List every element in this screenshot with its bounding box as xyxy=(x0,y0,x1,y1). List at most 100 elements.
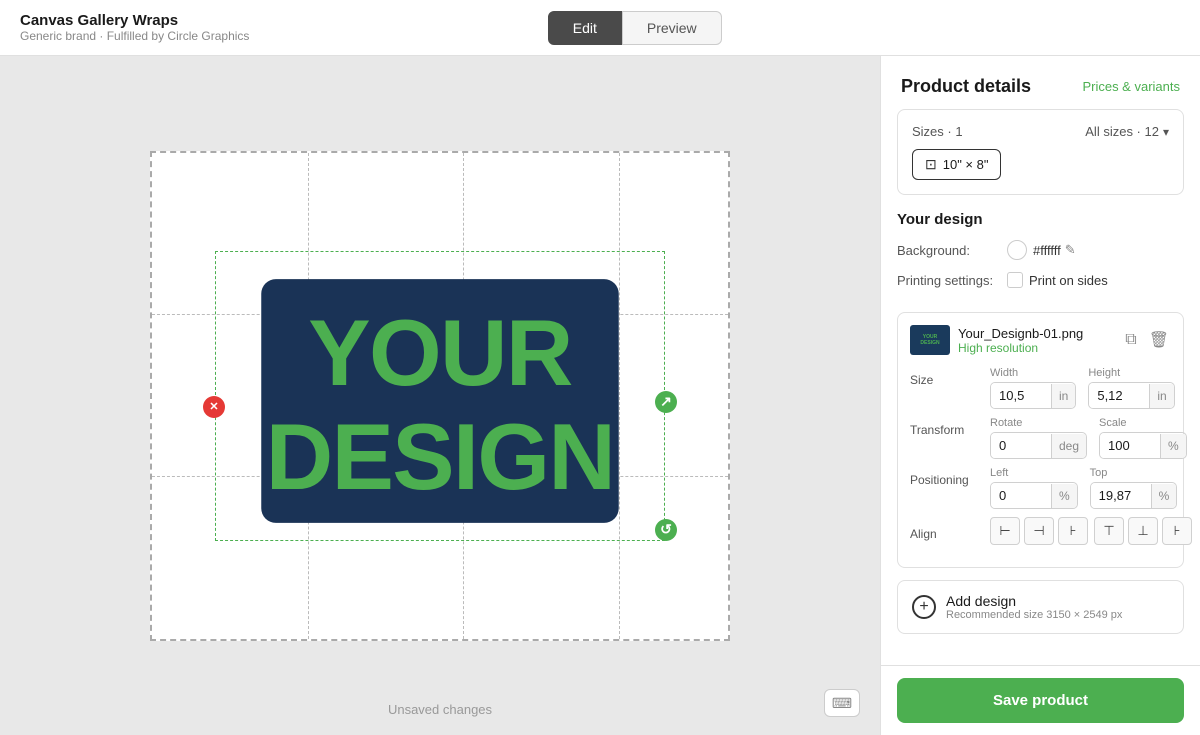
your-design-title: Your design xyxy=(897,211,1184,228)
top-col: Top % xyxy=(1090,467,1178,509)
print-sides-checkbox[interactable] xyxy=(1007,272,1023,288)
rotate-unit: deg xyxy=(1051,434,1086,458)
height-unit: in xyxy=(1149,384,1173,408)
width-input[interactable] xyxy=(991,383,1051,408)
design-file-card: YOURDESIGN Your_Designb-01.png High reso… xyxy=(897,312,1184,568)
all-sizes-dropdown[interactable]: All sizes · 12 xyxy=(1085,124,1169,139)
rotate-input-group: deg xyxy=(990,432,1087,459)
background-color-swatch[interactable] xyxy=(1007,240,1027,260)
add-design-text: Add design Recommended size 3150 × 2549 … xyxy=(946,593,1122,621)
align-row: Align ⊢ ⊣ ⊦ ⊤ ⊥ ⊦ xyxy=(910,517,1171,545)
align-horizontal-buttons: ⊢ ⊣ ⊦ xyxy=(990,517,1088,545)
save-product-button[interactable]: Save product xyxy=(897,678,1184,723)
design-card-header: YOURDESIGN Your_Designb-01.png High reso… xyxy=(910,325,1171,355)
background-color-value: #ffffff xyxy=(1033,243,1061,258)
left-unit: % xyxy=(1051,484,1077,508)
brand-subtitle: Generic brand · Fulfilled by Circle Grap… xyxy=(20,29,249,43)
align-right-button[interactable]: ⊦ xyxy=(1058,517,1088,545)
print-sides-label: Print on sides xyxy=(1029,273,1108,288)
background-edit-icon[interactable]: ✎ xyxy=(1065,242,1076,258)
preview-tab[interactable]: Preview xyxy=(622,11,722,45)
rotate-input[interactable] xyxy=(991,433,1051,458)
design-image-area[interactable]: YOUR DESIGN xyxy=(230,271,650,531)
scale-col: Scale % xyxy=(1099,417,1187,459)
align-center-v-button[interactable]: ⊥ xyxy=(1128,517,1158,545)
add-design-title: Add design xyxy=(946,593,1122,609)
width-input-group: in xyxy=(990,382,1076,409)
transform-fields: Rotate deg Scale % xyxy=(990,417,1187,459)
copy-design-button[interactable]: ⧉ xyxy=(1123,328,1138,352)
left-input[interactable] xyxy=(991,483,1051,508)
design-actions: ⧉ 🗑 xyxy=(1123,328,1171,352)
top-input-group: % xyxy=(1090,482,1178,509)
top-sub-label: Top xyxy=(1090,467,1178,479)
size-field-label: Size xyxy=(910,367,990,387)
right-panel: Product details Prices & variants Sizes … xyxy=(880,56,1200,735)
sizes-section: Sizes · 1 All sizes · 12 ⊡ 10" × 8" xyxy=(897,109,1184,195)
resize-handle-tr[interactable]: ↗ xyxy=(655,391,677,413)
scale-unit: % xyxy=(1160,434,1186,458)
edit-preview-tabs: Edit Preview xyxy=(548,11,722,45)
width-col: Width in xyxy=(990,367,1076,409)
align-bottom-button[interactable]: ⊦ xyxy=(1162,517,1192,545)
delete-design-button[interactable]: 🗑 xyxy=(1147,328,1171,352)
positioning-field-label: Positioning xyxy=(910,467,990,487)
scale-input-group: % xyxy=(1099,432,1187,459)
left-input-group: % xyxy=(990,482,1078,509)
keyboard-shortcut-icon[interactable]: ⌨ xyxy=(824,689,860,717)
design-graphic: YOUR DESIGN xyxy=(230,271,650,531)
save-section: Save product xyxy=(881,665,1200,735)
design-filename: Your_Designb-01.png xyxy=(958,326,1115,341)
size-chip[interactable]: ⊡ 10" × 8" xyxy=(912,149,1001,180)
align-vertical-buttons: ⊤ ⊥ ⊦ xyxy=(1094,517,1192,545)
height-input-group: in xyxy=(1088,382,1174,409)
top-unit: % xyxy=(1151,484,1177,508)
add-design-section[interactable]: + Add design Recommended size 3150 × 254… xyxy=(897,580,1184,634)
svg-text:YOUR: YOUR xyxy=(308,299,572,404)
left-sub-label: Left xyxy=(990,467,1078,479)
width-sub-label: Width xyxy=(990,367,1076,379)
positioning-fields: Left % Top % xyxy=(990,467,1177,509)
delete-handle[interactable]: ✕ xyxy=(203,396,225,418)
canvas-wrapper: YOUR DESIGN ✕ ↗ ↺ xyxy=(150,151,730,641)
header-branding: Canvas Gallery Wraps Generic brand · Ful… xyxy=(20,12,249,43)
keyboard-icon-glyph: ⌨ xyxy=(832,695,852,712)
printing-row: Printing settings: Print on sides xyxy=(897,272,1184,288)
design-info: Your_Designb-01.png High resolution xyxy=(958,326,1115,355)
add-design-icon: + xyxy=(912,595,936,619)
svg-text:DESIGN: DESIGN xyxy=(266,403,614,508)
background-row: Background: #ffffff ✎ xyxy=(897,240,1184,260)
all-sizes-chevron xyxy=(1163,124,1169,139)
left-col: Left % xyxy=(990,467,1078,509)
resize-handle-br[interactable]: ↺ xyxy=(655,519,677,541)
canvas-footer: Unsaved changes xyxy=(0,702,880,717)
main-layout: YOUR DESIGN ✕ ↗ ↺ Unsaved changes ⌨ xyxy=(0,56,1200,735)
design-thumbnail: YOURDESIGN xyxy=(910,325,950,355)
prices-variants-link[interactable]: Prices & variants xyxy=(1082,79,1180,94)
unsaved-changes-label: Unsaved changes xyxy=(388,702,492,717)
size-chip-text: 10" × 8" xyxy=(943,157,989,172)
align-left-button[interactable]: ⊢ xyxy=(990,517,1020,545)
sizes-label: Sizes · 1 xyxy=(912,124,963,139)
width-unit: in xyxy=(1051,384,1075,408)
rotate-col: Rotate deg xyxy=(990,417,1087,459)
panel-header: Product details Prices & variants xyxy=(881,56,1200,109)
align-top-button[interactable]: ⊤ xyxy=(1094,517,1124,545)
transform-field-label: Transform xyxy=(910,417,990,437)
edit-tab[interactable]: Edit xyxy=(548,11,622,45)
scale-sub-label: Scale xyxy=(1099,417,1187,429)
panel-title: Product details xyxy=(901,76,1031,97)
height-input[interactable] xyxy=(1089,383,1149,408)
align-center-h-button[interactable]: ⊣ xyxy=(1024,517,1054,545)
sizes-header: Sizes · 1 All sizes · 12 xyxy=(912,124,1169,139)
align-label: Align xyxy=(910,521,990,541)
design-quality: High resolution xyxy=(958,341,1115,355)
canvas-area: YOUR DESIGN ✕ ↗ ↺ Unsaved changes ⌨ xyxy=(0,56,880,735)
product-title: Canvas Gallery Wraps xyxy=(20,12,249,29)
scale-input[interactable] xyxy=(1100,433,1160,458)
your-design-section: Your design Background: #ffffff ✎ Printi… xyxy=(881,211,1200,312)
size-chip-icon: ⊡ xyxy=(925,156,937,173)
top-input[interactable] xyxy=(1091,483,1151,508)
size-props-row: Size Width in Height xyxy=(910,367,1171,409)
size-fields: Width in Height in xyxy=(990,367,1175,409)
